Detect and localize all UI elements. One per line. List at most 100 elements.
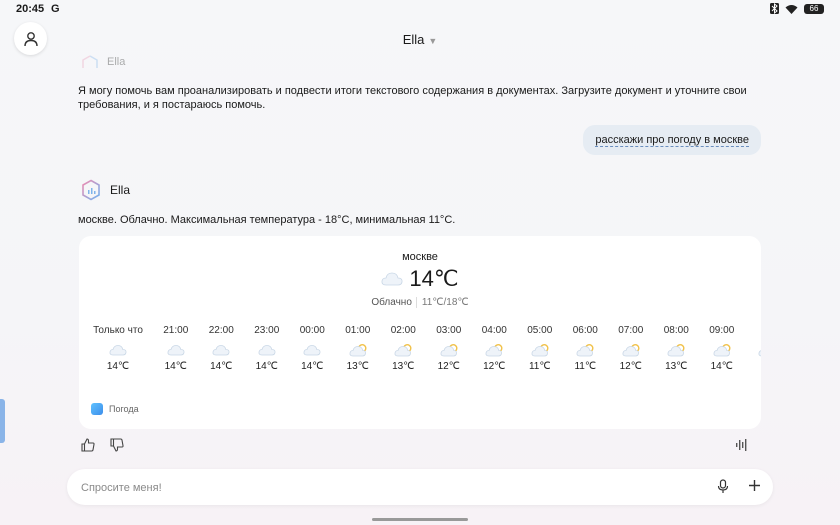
hourly-forecast-item: 22:00 14℃ — [199, 325, 245, 372]
hourly-forecast-item: 05:00 11℃ — [517, 325, 563, 372]
hour-label: 22:00 — [208, 325, 234, 336]
ella-logo-icon — [82, 55, 98, 68]
assistant-name: Ella — [402, 32, 425, 47]
hourly-forecast-item: 00:00 14℃ — [290, 325, 336, 372]
chevron-down-icon: ▼ — [428, 36, 438, 46]
hour-temperature: 14℃ — [106, 361, 130, 372]
partly-cloudy-icon — [563, 339, 609, 361]
hourly-forecast-item: 23:00 14℃ — [244, 325, 290, 372]
partly-cloudy-icon — [381, 339, 427, 361]
hour-label: 23:00 — [254, 325, 280, 336]
scrolled-bot-label: Ella — [81, 55, 125, 69]
partly-cloudy-icon — [472, 339, 518, 361]
hour-temperature: 11℃ — [574, 361, 597, 372]
hour-label: 09:00 — [709, 325, 735, 336]
weather-summary: Облачно 11℃/18℃ — [79, 297, 761, 308]
chat-input[interactable] — [79, 477, 683, 499]
hour-temperature: 11℃ — [528, 361, 551, 372]
side-panel-handle[interactable] — [0, 399, 5, 443]
chat-input-bar — [67, 469, 773, 505]
partly-cloudy-icon — [745, 339, 761, 361]
cloud-icon — [244, 339, 290, 361]
hour-label: 08:00 — [663, 325, 689, 336]
hour-label: 05:00 — [527, 325, 553, 336]
hourly-forecast-item: 10 1 — [745, 325, 762, 372]
hour-temperature: 14℃ — [210, 361, 233, 372]
hour-temperature: 1 — [745, 361, 762, 372]
hour-label: 10 — [745, 325, 762, 339]
partly-cloudy-icon — [517, 339, 563, 361]
weather-source-label: Погода — [109, 404, 139, 414]
ghost-bot-name: Ella — [107, 56, 126, 68]
hour-label: 03:00 — [436, 325, 462, 336]
google-indicator-icon: G — [51, 3, 60, 15]
hourly-forecast[interactable]: Только что 14℃ 21:00 14℃ 22:00 14℃ 23:00 14℃ 00:… — [83, 325, 761, 372]
home-indicator[interactable] — [372, 518, 468, 521]
hourly-forecast-item: 09:00 14℃ — [699, 325, 745, 372]
current-temperature: 14℃ — [409, 266, 459, 291]
hour-temperature: 14℃ — [301, 361, 324, 372]
weather-city: москве — [402, 251, 438, 263]
hourly-forecast-item: 04:00 12℃ — [472, 325, 518, 372]
partly-cloudy-icon — [426, 339, 472, 361]
hour-label: 07:00 — [618, 325, 644, 336]
hour-temperature: 13℃ — [392, 361, 415, 372]
cloud-icon — [153, 339, 199, 361]
hour-temperature: 12℃ — [437, 361, 460, 372]
voice-playback-icon[interactable] — [735, 438, 749, 452]
cloud-icon — [199, 339, 245, 361]
hourly-forecast-item: 06:00 11℃ — [563, 325, 609, 372]
hour-temperature: 12℃ — [483, 361, 506, 372]
cloud-icon — [290, 339, 336, 361]
hourly-forecast-item: 01:00 13℃ — [335, 325, 381, 372]
bot-message-reply: москве. Облачно. Максимальная температур… — [78, 214, 456, 226]
hour-temperature: 13℃ — [665, 361, 688, 372]
bot-name: Ella — [110, 183, 131, 197]
bot-message-header: Ella — [81, 179, 130, 201]
weather-card[interactable]: москве 14℃ Облачно 11℃/18℃ Только что 14℃ 2… — [79, 236, 761, 429]
user-message-bubble[interactable]: расскажи про погоду в москве — [583, 125, 761, 155]
weather-app-icon — [91, 403, 103, 415]
partly-cloudy-icon — [608, 339, 654, 361]
ella-logo-icon — [82, 179, 100, 201]
hour-label: 06:00 — [572, 325, 598, 336]
hour-label: 00:00 — [299, 325, 325, 336]
feedback-actions — [81, 438, 124, 452]
temperature-range: 11℃/18℃ — [415, 297, 469, 308]
battery-icon: 66 — [804, 3, 824, 14]
thumbs-down-icon[interactable] — [110, 438, 124, 452]
weather-condition: Облачно — [371, 297, 412, 308]
plus-icon[interactable] — [747, 478, 762, 493]
bot-message-intro: Я могу помочь вам проанализировать и под… — [78, 85, 747, 111]
hour-label: 01:00 — [345, 325, 371, 336]
hourly-forecast-item: 21:00 14℃ — [153, 325, 199, 372]
hourly-forecast-item: 02:00 13℃ — [381, 325, 427, 372]
hour-temperature: 14℃ — [710, 361, 733, 372]
weather-current: 14℃ — [79, 266, 761, 292]
hour-label: 02:00 — [390, 325, 416, 336]
cloud-icon — [381, 272, 403, 286]
wifi-icon — [785, 4, 798, 14]
hourly-forecast-item: 08:00 13℃ — [654, 325, 700, 372]
partly-cloudy-icon — [654, 339, 700, 361]
hour-temperature: 14℃ — [255, 361, 278, 372]
partly-cloudy-icon — [699, 339, 745, 361]
hour-temperature: 14℃ — [164, 361, 187, 372]
hour-label: Только что — [93, 325, 143, 336]
weather-source[interactable]: Погода — [91, 403, 139, 415]
hourly-forecast-item: 07:00 12℃ — [608, 325, 654, 372]
status-bar: 20:45 G 66 — [0, 0, 840, 18]
partly-cloudy-icon — [335, 339, 381, 361]
hour-temperature: 13℃ — [346, 361, 369, 372]
assistant-selector[interactable]: Ella ▼ — [0, 32, 840, 47]
status-icons: 66 — [770, 3, 824, 14]
hourly-forecast-item: 03:00 12℃ — [426, 325, 472, 372]
status-time: 20:45 — [16, 3, 45, 15]
microphone-icon[interactable] — [717, 479, 729, 494]
thumbs-up-icon[interactable] — [81, 438, 95, 452]
bluetooth-icon — [770, 3, 779, 14]
hour-temperature: 12℃ — [619, 361, 642, 372]
user-message-text: расскажи про погоду в москве — [595, 134, 749, 147]
hourly-forecast-item: Только что 14℃ — [83, 325, 153, 372]
hour-label: 04:00 — [481, 325, 507, 336]
